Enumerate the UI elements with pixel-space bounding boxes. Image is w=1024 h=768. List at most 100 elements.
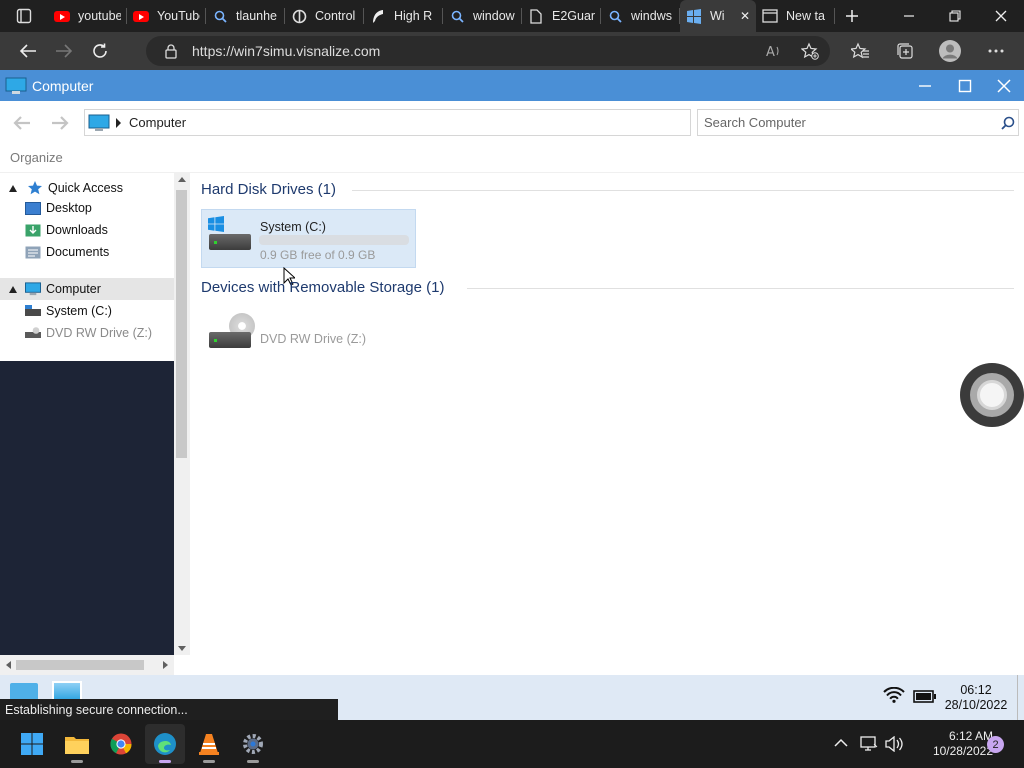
browser-tab-8[interactable]: Wi ✕ bbox=[680, 0, 756, 32]
documents-icon bbox=[25, 245, 41, 259]
browser-tab-2[interactable]: tlaunhe bbox=[206, 0, 285, 32]
host-time: 6:12 AM bbox=[948, 729, 993, 743]
show-desktop-divider[interactable] bbox=[1017, 675, 1018, 720]
arrow-left-icon bbox=[13, 116, 30, 130]
tab-actions-button[interactable] bbox=[0, 1, 48, 31]
browser-tab-9[interactable]: New ta bbox=[756, 0, 835, 32]
chrome-button[interactable] bbox=[101, 720, 141, 768]
gear-icon bbox=[243, 734, 263, 754]
chevron-right-icon[interactable] bbox=[116, 117, 122, 128]
explorer-back-button[interactable] bbox=[12, 114, 32, 135]
dvd-drive-icon bbox=[25, 326, 41, 340]
scroll-left-icon[interactable] bbox=[6, 661, 11, 669]
browser-close-button[interactable] bbox=[978, 0, 1024, 32]
arrow-right-icon bbox=[52, 116, 69, 130]
browser-tab-3[interactable]: Control bbox=[285, 0, 364, 32]
drive-name[interactable]: DVD RW Drive (Z:) bbox=[260, 332, 366, 346]
nav-item-quick-access[interactable]: Quick Access bbox=[0, 177, 174, 199]
explorer-forward-button[interactable] bbox=[50, 114, 70, 135]
desktop-icon bbox=[25, 201, 41, 215]
search-icon[interactable] bbox=[1001, 116, 1015, 130]
chevron-up-icon[interactable] bbox=[834, 738, 848, 748]
restore-icon bbox=[949, 10, 961, 22]
horizontal-scroll-thumb[interactable] bbox=[16, 660, 144, 670]
folder-icon bbox=[65, 737, 89, 754]
youtube-icon bbox=[54, 8, 70, 24]
more-icon bbox=[988, 49, 1004, 53]
window-close-button[interactable] bbox=[984, 70, 1024, 101]
new-tab-button[interactable] bbox=[837, 1, 867, 31]
avatar-icon bbox=[939, 40, 961, 62]
nav-item-system-c[interactable]: System (C:) bbox=[0, 300, 174, 322]
tab-label: Wi bbox=[710, 9, 725, 23]
favorites-button[interactable] bbox=[842, 36, 878, 66]
vertical-scroll-thumb[interactable] bbox=[176, 190, 187, 458]
window-title-bar[interactable]: Computer bbox=[0, 70, 1024, 101]
tab-label: Control bbox=[315, 9, 356, 23]
window-minimize-button[interactable] bbox=[905, 70, 945, 101]
profile-button[interactable] bbox=[932, 36, 968, 66]
explorer-address-bar[interactable]: Computer bbox=[84, 109, 691, 136]
add-favorite-icon[interactable] bbox=[801, 42, 819, 60]
organize-button[interactable]: Organize bbox=[10, 150, 63, 165]
settings-more-button[interactable] bbox=[978, 36, 1014, 66]
tab-label: New ta bbox=[786, 9, 825, 23]
browser-toolbar: https://win7simu.visnalize.com A bbox=[0, 32, 1024, 70]
settings-button[interactable] bbox=[233, 720, 273, 768]
edge-button[interactable] bbox=[145, 724, 185, 764]
browser-restore-button[interactable] bbox=[932, 0, 978, 32]
nav-item-dvd[interactable]: DVD RW Drive (Z:) bbox=[0, 322, 174, 344]
wifi-icon[interactable] bbox=[883, 687, 905, 703]
file-explorer-button[interactable] bbox=[57, 720, 97, 768]
collections-button[interactable] bbox=[887, 36, 923, 66]
plus-icon bbox=[846, 10, 858, 22]
back-button[interactable] bbox=[10, 36, 46, 66]
network-icon[interactable] bbox=[860, 736, 878, 752]
notification-badge[interactable]: 2 bbox=[987, 736, 1004, 753]
host-date: 10/28/2022 bbox=[932, 744, 993, 758]
explorer-window: Computer Computer Search Computer Organi… bbox=[0, 70, 1024, 675]
scroll-up-icon[interactable] bbox=[178, 177, 186, 182]
search-input[interactable]: Search Computer bbox=[697, 109, 1019, 136]
arrow-right-icon bbox=[56, 44, 73, 58]
scroll-right-icon[interactable] bbox=[163, 661, 168, 669]
browser-tab-7[interactable]: windws bbox=[601, 0, 680, 32]
windows-logo-icon bbox=[208, 216, 224, 232]
nav-item-computer[interactable]: Computer bbox=[0, 278, 174, 300]
read-aloud-icon[interactable]: A bbox=[766, 43, 782, 59]
vlc-button[interactable] bbox=[189, 720, 229, 768]
address-crumb[interactable]: Computer bbox=[129, 115, 186, 130]
refresh-button[interactable] bbox=[82, 36, 118, 66]
maximize-icon bbox=[958, 79, 972, 92]
host-clock[interactable]: 6:12 AM 10/28/2022 bbox=[913, 729, 993, 759]
volume-icon[interactable] bbox=[885, 736, 903, 752]
group-header-removable[interactable]: Devices with Removable Storage (1) bbox=[201, 279, 444, 296]
battery-icon[interactable] bbox=[913, 690, 937, 703]
browser-tab-4[interactable]: High R bbox=[364, 0, 443, 32]
floating-assist-button[interactable] bbox=[960, 363, 1024, 427]
host-taskbar bbox=[0, 720, 1024, 768]
windows7-icon bbox=[686, 8, 702, 24]
drive-free-space: 0.9 GB free of 0.9 GB bbox=[260, 248, 376, 262]
browser-tab-0[interactable]: youtube bbox=[48, 0, 127, 32]
group-header-hdd[interactable]: Hard Disk Drives (1) bbox=[201, 181, 336, 198]
tab-actions-icon bbox=[16, 8, 32, 24]
feather-icon bbox=[370, 8, 386, 24]
close-icon bbox=[995, 10, 1007, 22]
nav-item-documents[interactable]: Documents bbox=[0, 241, 174, 263]
address-bar[interactable]: https://win7simu.visnalize.com A bbox=[146, 36, 830, 66]
browser-tab-1[interactable]: YouTube bbox=[127, 0, 206, 32]
scroll-down-icon[interactable] bbox=[178, 646, 186, 651]
browser-tab-6[interactable]: E2Guar bbox=[522, 0, 601, 32]
forward-button[interactable] bbox=[46, 36, 82, 66]
simulator-clock[interactable]: 06:12 28/10/2022 bbox=[936, 683, 1016, 713]
browser-tab-5[interactable]: window bbox=[443, 0, 522, 32]
browser-minimize-button[interactable] bbox=[886, 0, 932, 32]
nav-item-desktop[interactable]: Desktop bbox=[0, 197, 174, 219]
windows-start-button[interactable] bbox=[12, 720, 52, 768]
window-maximize-button[interactable] bbox=[945, 70, 985, 101]
nav-item-downloads[interactable]: Downloads bbox=[0, 219, 174, 241]
expand-triangle-icon[interactable] bbox=[9, 286, 17, 293]
tab-label: window bbox=[473, 9, 515, 23]
close-tab-icon[interactable]: ✕ bbox=[740, 9, 750, 23]
